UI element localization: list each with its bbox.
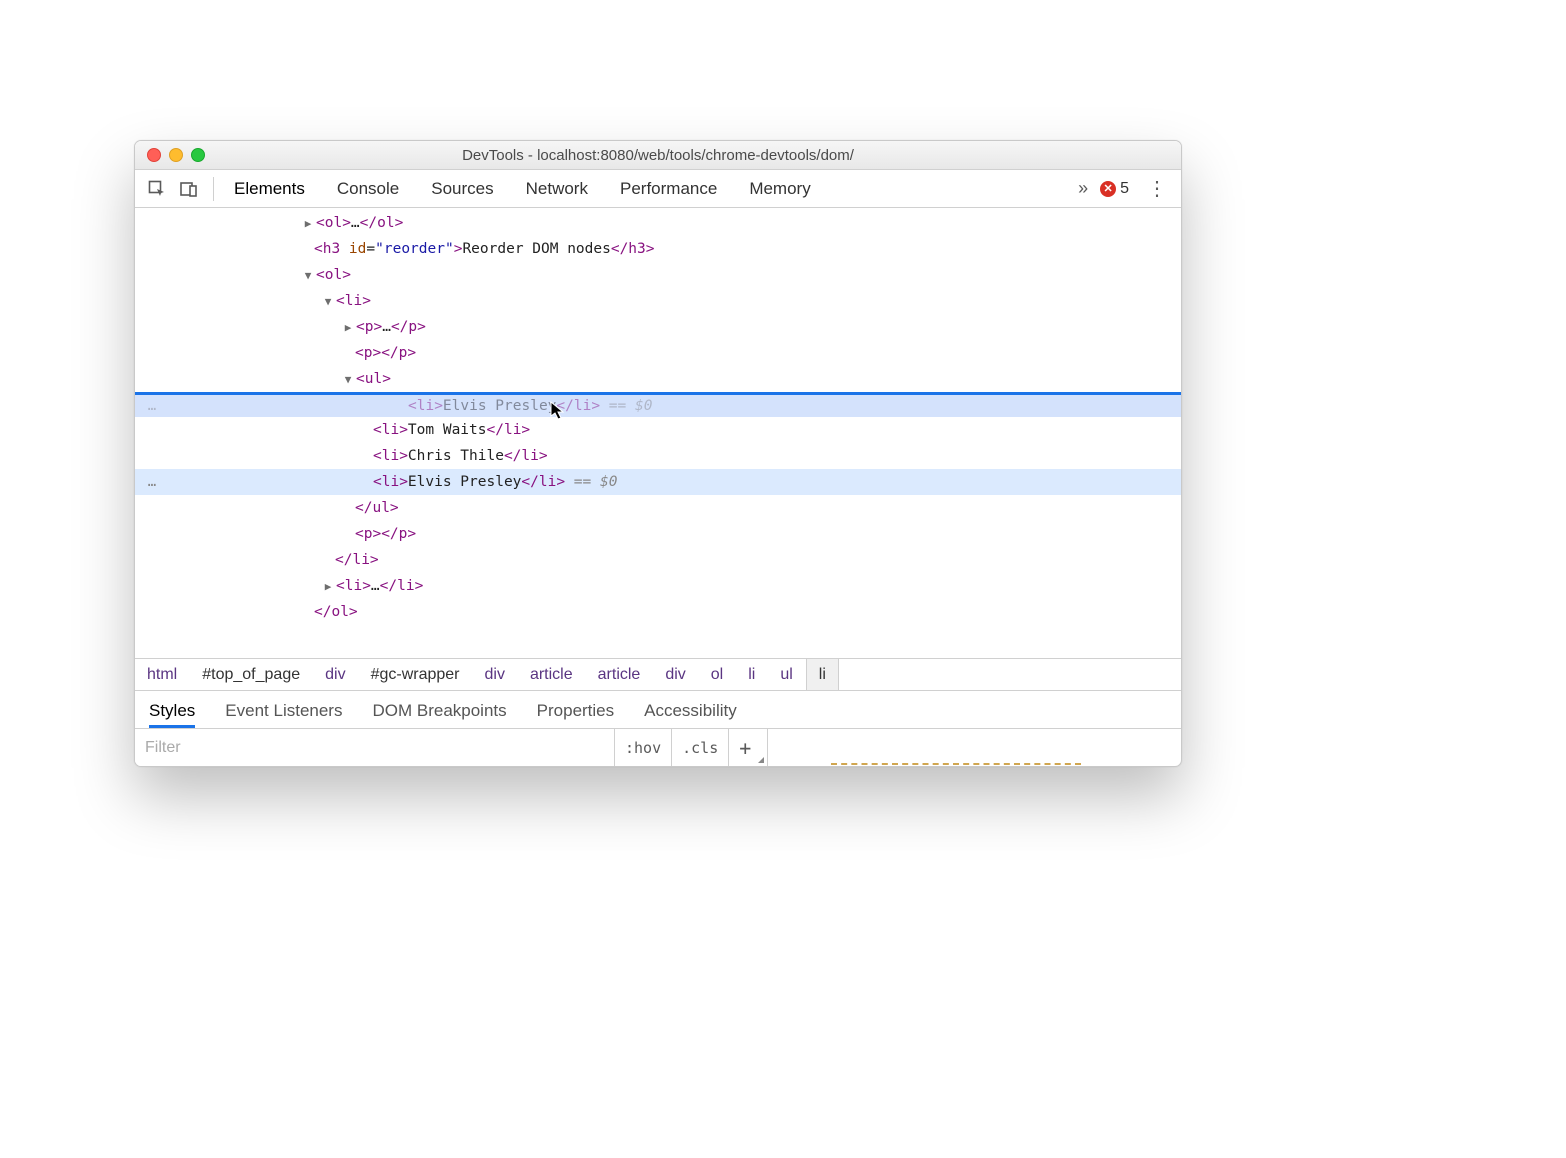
crumb-div[interactable]: div (313, 659, 358, 690)
tab-elements[interactable]: Elements (234, 179, 305, 199)
traffic-lights (135, 148, 205, 162)
disclosure-arrow-icon[interactable]: ▶ (342, 321, 354, 334)
subtab-styles[interactable]: Styles (149, 701, 195, 728)
tab-memory[interactable]: Memory (749, 179, 810, 199)
panel-tabs: Elements Console Sources Network Perform… (234, 179, 811, 199)
inspect-element-icon[interactable] (143, 175, 171, 203)
error-count-badge[interactable]: ✕ 5 (1100, 180, 1129, 198)
elements-dom-tree[interactable]: ▶ <ol>…</ol> <h3 id="reorder">Reorder DO… (135, 208, 1181, 658)
new-style-rule-button[interactable]: + (729, 729, 768, 766)
dom-node-ol-close[interactable]: </ol> (135, 599, 1181, 625)
dom-node-li-collapsed[interactable]: ▶ <li>…</li> (135, 573, 1181, 599)
crumb-ol[interactable]: ol (699, 659, 736, 690)
styles-filter-bar: :hov .cls + (135, 728, 1181, 766)
crumb-li-current[interactable]: li (806, 659, 839, 690)
cls-toggle[interactable]: .cls (672, 729, 729, 766)
tab-performance[interactable]: Performance (620, 179, 717, 199)
styles-subtabs: Styles Event Listeners DOM Breakpoints P… (135, 690, 1181, 728)
minimize-window-button[interactable] (169, 148, 183, 162)
dom-node-li-selected[interactable]: … <li>Elvis Presley</li> == $0 (135, 469, 1181, 495)
gutter-ellipsis: … (135, 474, 169, 490)
crumb-article[interactable]: article (518, 659, 586, 690)
error-icon: ✕ (1100, 181, 1116, 197)
dom-node-li-dragging[interactable]: … <li>Elvis Presley</li> == $0 (135, 395, 1181, 417)
devtools-toolbar: Elements Console Sources Network Perform… (135, 170, 1181, 208)
dom-node-p-collapsed[interactable]: ▶ <p>…</p> (135, 314, 1181, 340)
dom-node-ol-open[interactable]: ▼ <ol> (135, 262, 1181, 288)
dom-node-ul-open[interactable]: ▼ <ul> (135, 366, 1181, 392)
zoom-window-button[interactable] (191, 148, 205, 162)
dom-node-li-chris[interactable]: <li>Chris Thile</li> (135, 443, 1181, 469)
devtools-window: DevTools - localhost:8080/web/tools/chro… (134, 140, 1182, 767)
dom-node-p-empty[interactable]: <p></p> (135, 340, 1181, 366)
disclosure-arrow-icon[interactable]: ▶ (322, 580, 334, 593)
crumb-article-2[interactable]: article (586, 659, 654, 690)
dom-node-li-close[interactable]: </li> (135, 547, 1181, 573)
close-window-button[interactable] (147, 148, 161, 162)
error-count: 5 (1120, 180, 1129, 198)
dom-node-ul-close[interactable]: </ul> (135, 495, 1181, 521)
crumb-ul[interactable]: ul (768, 659, 805, 690)
dom-node-p-empty-2[interactable]: <p></p> (135, 521, 1181, 547)
subtab-accessibility[interactable]: Accessibility (644, 701, 737, 728)
dom-node-li-tom[interactable]: <li>Tom Waits</li> (135, 417, 1181, 443)
subtab-properties[interactable]: Properties (537, 701, 614, 728)
crumb-li[interactable]: li (736, 659, 768, 690)
crumb-div-3[interactable]: div (653, 659, 698, 690)
crumb-html[interactable]: html (135, 659, 190, 690)
subtab-dom-breakpoints[interactable]: DOM Breakpoints (372, 701, 506, 728)
tab-sources[interactable]: Sources (431, 179, 493, 199)
tab-console[interactable]: Console (337, 179, 399, 199)
crumb-top-of-page[interactable]: #top_of_page (190, 659, 313, 690)
disclosure-arrow-icon[interactable]: ▶ (302, 217, 314, 230)
tabs-overflow-icon[interactable]: » (1078, 178, 1088, 199)
tab-network[interactable]: Network (526, 179, 588, 199)
hov-toggle[interactable]: :hov (615, 729, 672, 766)
disclosure-arrow-icon[interactable]: ▼ (302, 269, 314, 282)
dom-node-li-open[interactable]: ▼ <li> (135, 288, 1181, 314)
dom-node-ol-collapsed[interactable]: ▶ <ol>…</ol> (135, 210, 1181, 236)
dom-node-h3[interactable]: <h3 id="reorder">Reorder DOM nodes</h3> (135, 236, 1181, 262)
disclosure-arrow-icon[interactable]: ▼ (322, 295, 334, 308)
window-titlebar: DevTools - localhost:8080/web/tools/chro… (135, 141, 1181, 170)
dom-breadcrumbs[interactable]: html #top_of_page div #gc-wrapper div ar… (135, 658, 1181, 690)
disclosure-arrow-icon[interactable]: ▼ (342, 373, 354, 386)
more-menu-icon[interactable]: ⋮ (1141, 176, 1173, 201)
styles-filter-input[interactable] (135, 729, 615, 766)
box-model-preview (831, 763, 1081, 766)
crumb-gc-wrapper[interactable]: #gc-wrapper (359, 659, 473, 690)
device-toolbar-icon[interactable] (175, 175, 203, 203)
window-title: DevTools - localhost:8080/web/tools/chro… (135, 147, 1181, 164)
subtab-event-listeners[interactable]: Event Listeners (225, 701, 342, 728)
crumb-div-2[interactable]: div (473, 659, 518, 690)
toolbar-separator (213, 177, 214, 201)
gutter-ellipsis: … (135, 398, 169, 414)
